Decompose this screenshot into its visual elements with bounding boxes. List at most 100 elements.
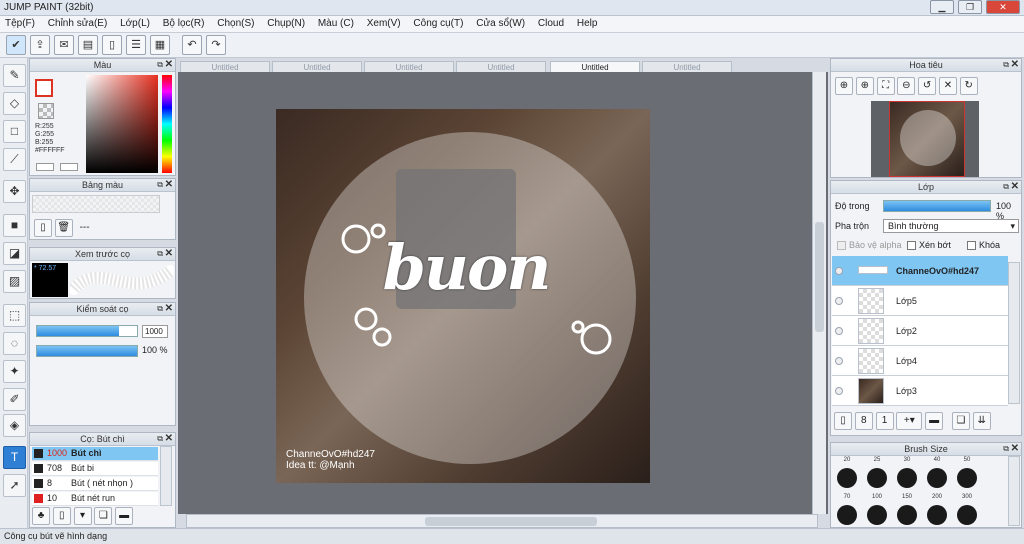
lasso-icon[interactable]: ◌ — [3, 332, 26, 355]
foreground-color-swatch[interactable] — [35, 79, 53, 97]
menu-capture[interactable]: Chụp(N) — [262, 16, 310, 32]
hue-slider[interactable] — [162, 75, 172, 173]
menu-select[interactable]: Chọn(S) — [212, 16, 259, 32]
brush-tool-icon[interactable]: ✎ — [3, 64, 26, 87]
canvas-workspace[interactable]: buon ChanneOvO#hd247 Idea tt: @Mạnh — [178, 72, 828, 514]
color-swap-button[interactable] — [60, 163, 78, 171]
color-mode-button[interactable] — [36, 163, 54, 171]
menu-view[interactable]: Xem(V) — [362, 16, 406, 32]
brush-size-option[interactable] — [957, 468, 977, 488]
visibility-icon[interactable] — [835, 327, 843, 335]
layer-row[interactable]: Lớp2 — [832, 316, 1008, 346]
new-layer-icon[interactable]: ▯ — [834, 412, 852, 430]
palette-swatches[interactable] — [32, 195, 160, 213]
redo-icon[interactable]: ↷ — [206, 35, 226, 55]
share-icon[interactable]: ⇪ — [30, 35, 50, 55]
new-8bit-layer-icon[interactable]: 8 — [854, 412, 873, 430]
magic-wand-icon[interactable]: ✦ — [3, 360, 26, 383]
brush-size-option[interactable] — [837, 505, 857, 525]
operation-tool-icon[interactable]: ➚ — [3, 474, 26, 497]
menu-tools[interactable]: Công cụ(T) — [408, 16, 468, 32]
brush-size-input[interactable]: 1000 — [142, 325, 168, 338]
close-icon[interactable]: ✕ — [165, 179, 173, 191]
horizontal-scroll-thumb[interactable] — [425, 517, 597, 526]
add-layer-menu-icon[interactable]: +▾ — [896, 412, 923, 430]
menu-edit[interactable]: Chỉnh sửa(E) — [43, 16, 113, 32]
rectangle-tool-icon[interactable]: □ — [3, 120, 26, 143]
menu-window[interactable]: Cửa sổ(W) — [471, 16, 530, 32]
close-icon[interactable]: ✕ — [165, 59, 173, 71]
brush-size-option[interactable] — [897, 468, 917, 488]
vertical-scroll-thumb[interactable] — [815, 222, 824, 332]
vertical-scrollbar[interactable] — [812, 72, 826, 514]
menu-filter[interactable]: Bộ lọc(R) — [158, 16, 210, 32]
brush-size-option[interactable] — [867, 468, 887, 488]
visibility-icon[interactable] — [835, 297, 843, 305]
menu-layer[interactable]: Lớp(L) — [115, 16, 155, 32]
move-tool-icon[interactable]: ✥ — [3, 180, 26, 203]
detach-icon[interactable]: ⧉ — [1003, 181, 1009, 193]
brush-size-option[interactable] — [897, 505, 917, 525]
brush-list-item[interactable]: 10 Bút nét run — [32, 492, 158, 506]
panel-icon[interactable]: ▤ — [78, 35, 98, 55]
new-brush-icon[interactable]: ▯ — [52, 507, 71, 525]
visibility-icon[interactable] — [835, 387, 843, 395]
brush-folder-icon[interactable]: ▬ — [115, 507, 134, 525]
saturation-value-picker[interactable] — [86, 75, 158, 173]
layer-row[interactable]: Lớp5 — [832, 286, 1008, 316]
transparent-color-swatch[interactable] — [38, 103, 54, 119]
fit-window-icon[interactable]: ⛶ — [876, 77, 895, 95]
brush-size-option[interactable] — [927, 468, 947, 488]
select-pen-icon[interactable]: ✐ — [3, 388, 26, 411]
menu-color[interactable]: Màu (C) — [313, 16, 359, 32]
lock-checkbox[interactable]: Khóa — [967, 240, 1000, 251]
close-icon[interactable]: ✕ — [1011, 59, 1019, 71]
brush-size-option[interactable] — [957, 505, 977, 525]
list-icon[interactable]: ☰ — [126, 35, 146, 55]
brush-size-option[interactable] — [867, 505, 887, 525]
detach-icon[interactable]: ⧉ — [157, 303, 163, 315]
close-icon[interactable]: ✕ — [165, 248, 173, 260]
brush-size-slider[interactable] — [36, 325, 138, 337]
detach-icon[interactable]: ⧉ — [1003, 59, 1009, 71]
detach-icon[interactable]: ⧉ — [1003, 443, 1009, 455]
layer-row[interactable]: Lớp4 — [832, 346, 1008, 376]
layer-folder-icon[interactable]: ▬ — [925, 412, 944, 430]
restore-button[interactable]: ❐ — [958, 0, 982, 14]
layer-row[interactable]: Lớp3 — [832, 376, 1008, 406]
layer-row[interactable]: ChanneOvO#hd247 — [832, 256, 1008, 286]
rotate-right-icon[interactable]: ↻ — [959, 77, 978, 95]
detach-icon[interactable]: ⧉ — [157, 248, 163, 260]
close-icon[interactable]: ✕ — [1011, 443, 1019, 455]
menu-file[interactable]: Tệp(F) — [0, 16, 40, 32]
protect-alpha-checkbox[interactable]: Bảo vệ alpha — [837, 240, 902, 251]
detach-icon[interactable]: ⧉ — [157, 59, 163, 71]
bucket-tool-icon[interactable]: ◪ — [3, 242, 26, 265]
undo-icon[interactable]: ↶ — [182, 35, 202, 55]
duplicate-layer-icon[interactable]: ❏ — [951, 412, 970, 430]
merge-layer-icon[interactable]: ⇊ — [972, 412, 991, 430]
detach-icon[interactable]: ⧉ — [157, 433, 163, 445]
layer-opacity-slider[interactable] — [883, 200, 991, 212]
close-icon[interactable]: ✕ — [165, 303, 173, 315]
layer-list-scrollbar[interactable] — [1008, 262, 1020, 404]
close-button[interactable]: ✕ — [986, 0, 1020, 14]
brush-opacity-slider[interactable] — [36, 345, 138, 357]
clip-checkbox[interactable]: Xén bớt — [907, 240, 951, 251]
text-tool-icon[interactable]: T — [3, 446, 26, 469]
close-icon[interactable]: ✕ — [165, 433, 173, 445]
line-tool-icon[interactable]: ⟋ — [3, 148, 26, 171]
brush-list-item[interactable]: 8 Bút ( nét nhọn ) — [32, 477, 158, 491]
artwork-canvas[interactable]: buon ChanneOvO#hd247 Idea tt: @Mạnh — [276, 109, 650, 483]
minimize-button[interactable]: ▁ — [930, 0, 954, 14]
new-palette-icon[interactable]: ▯ — [34, 219, 52, 237]
select-rect-icon[interactable]: ⬚ — [3, 304, 26, 327]
delete-palette-icon[interactable]: 🗑 — [54, 219, 73, 237]
menu-help[interactable]: Help — [572, 16, 603, 32]
gradient-tool-icon[interactable]: ▨ — [3, 270, 26, 293]
visibility-icon[interactable] — [835, 267, 843, 275]
zoom-out-icon[interactable]: ⊖ — [897, 77, 916, 95]
brush-list-item[interactable]: 1000 Bút chì — [32, 447, 158, 461]
detach-icon[interactable]: ⧉ — [157, 179, 163, 191]
select-eraser-icon[interactable]: ◈ — [3, 414, 26, 437]
